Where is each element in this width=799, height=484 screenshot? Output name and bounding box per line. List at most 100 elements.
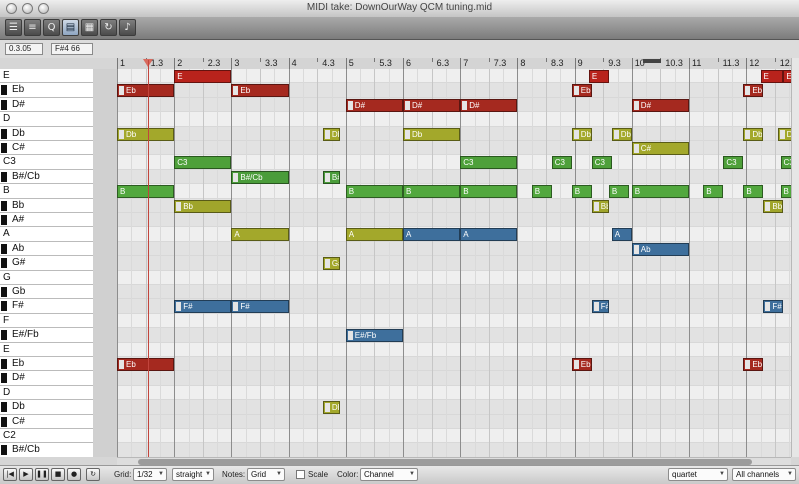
note-handle-icon[interactable] xyxy=(405,129,410,139)
midi-note[interactable]: D# xyxy=(403,98,461,112)
note-handle-icon[interactable] xyxy=(765,201,771,211)
midi-note[interactable]: E xyxy=(783,70,791,83)
midi-note[interactable]: Eb xyxy=(571,84,592,98)
scale-checkbox[interactable] xyxy=(296,470,305,479)
play-button[interactable]: ▶ xyxy=(19,468,33,481)
midi-note[interactable]: G# xyxy=(322,257,341,271)
midi-note[interactable]: B xyxy=(460,185,518,199)
piano-key[interactable]: B#/Cb xyxy=(0,169,93,185)
piano-key[interactable]: Gb xyxy=(0,285,93,300)
grid-mode-select[interactable]: straight ▼ xyxy=(172,468,214,481)
piano-key[interactable]: Db xyxy=(0,400,93,415)
piano-key[interactable]: G# xyxy=(0,256,93,271)
midi-note[interactable]: Bb xyxy=(591,199,609,213)
note-handle-icon[interactable] xyxy=(462,100,468,110)
midi-note[interactable]: E xyxy=(174,70,232,83)
midi-note[interactable]: C3 xyxy=(174,156,232,170)
piano-key[interactable]: D xyxy=(0,112,93,127)
piano-key[interactable]: F xyxy=(0,313,93,329)
midi-note[interactable]: Db xyxy=(322,127,341,141)
piano-key[interactable]: E#/Fb xyxy=(0,328,93,343)
midi-note[interactable]: Eb xyxy=(743,358,764,371)
tuning-select[interactable]: quartet ▼ xyxy=(668,468,728,481)
step-input-icon[interactable]: ♪ xyxy=(119,19,136,36)
note-handle-icon[interactable] xyxy=(593,201,599,211)
note-handle-icon[interactable] xyxy=(176,302,182,312)
note-handle-icon[interactable] xyxy=(324,403,330,413)
midi-note[interactable]: B xyxy=(117,185,175,199)
midi-note[interactable]: Db xyxy=(777,127,791,141)
midi-note[interactable]: C3 xyxy=(591,156,612,170)
piano-key[interactable]: B xyxy=(0,184,93,199)
piano-key[interactable]: Eb xyxy=(0,357,93,372)
midi-note[interactable]: F# xyxy=(231,300,289,314)
note-handle-icon[interactable] xyxy=(593,302,599,312)
note-handle-icon[interactable] xyxy=(633,244,639,254)
position-time-field[interactable]: 0.3.05 xyxy=(5,43,43,55)
note-handle-icon[interactable] xyxy=(347,100,353,110)
grid-select[interactable]: 1/32 ▼ xyxy=(133,468,167,481)
note-handle-icon[interactable] xyxy=(233,86,239,96)
note-handle-icon[interactable] xyxy=(573,129,579,139)
piano-key[interactable]: D# xyxy=(0,371,93,386)
timeline-ruler[interactable]: 1 1.3 2 2.3 3 3.3 4 4.3 5 5.3 6 6.3 7 7.3 8 8.3 9 9.3 10 10… xyxy=(117,58,799,69)
midi-note[interactable]: B#/Cb xyxy=(322,170,341,184)
piano-key[interactable]: A xyxy=(0,227,93,242)
notes-select[interactable]: Grid ▼ xyxy=(247,468,285,481)
piano-key[interactable]: C# xyxy=(0,141,93,156)
midi-note[interactable]: Eb xyxy=(743,84,764,98)
midi-note[interactable]: F# xyxy=(174,300,232,314)
piano-key[interactable]: B#/Cb xyxy=(0,443,93,457)
note-handle-icon[interactable] xyxy=(347,331,353,341)
midi-note[interactable]: Ab xyxy=(631,242,689,256)
midi-note[interactable]: C3 xyxy=(780,156,791,170)
note-handle-icon[interactable] xyxy=(765,302,771,312)
midi-note[interactable]: Db xyxy=(322,401,341,415)
note-handle-icon[interactable] xyxy=(573,360,579,369)
midi-note[interactable]: Bb xyxy=(763,199,784,213)
midi-note[interactable]: B xyxy=(571,185,592,199)
piano-key[interactable]: C3 xyxy=(0,155,93,170)
midi-note[interactable]: Eb xyxy=(117,358,175,371)
note-handle-icon[interactable] xyxy=(324,172,330,182)
midi-note[interactable]: B xyxy=(780,185,791,199)
midi-note[interactable]: B xyxy=(403,185,461,199)
piano-key[interactable]: E xyxy=(0,69,93,84)
piano-key[interactable]: A# xyxy=(0,213,93,228)
piano-key[interactable]: C# xyxy=(0,414,93,429)
stop-button[interactable]: ■ xyxy=(51,468,65,481)
midi-note[interactable]: C3 xyxy=(723,156,744,170)
midi-note[interactable]: Db xyxy=(571,127,592,141)
note-handle-icon[interactable] xyxy=(633,144,639,153)
loop-icon[interactable]: ↻ xyxy=(100,19,117,36)
midi-note[interactable]: A xyxy=(345,228,403,242)
record-button[interactable]: ● xyxy=(67,468,81,481)
midi-note[interactable]: Db xyxy=(117,127,175,141)
note-handle-icon[interactable] xyxy=(119,86,124,96)
piano-key[interactable]: G xyxy=(0,270,93,285)
note-handle-icon[interactable] xyxy=(324,259,330,269)
note-handle-icon[interactable] xyxy=(779,129,785,139)
piano-key[interactable]: Ab xyxy=(0,241,93,257)
midi-note[interactable]: B xyxy=(743,185,764,199)
midi-note[interactable]: B xyxy=(608,185,629,199)
midi-note[interactable]: B#/Cb xyxy=(231,170,289,184)
piano-key[interactable]: Eb xyxy=(0,83,93,98)
midi-note[interactable]: D# xyxy=(460,98,518,112)
position-note-field[interactable]: F#4 66 xyxy=(51,43,93,55)
loop-region-marker[interactable] xyxy=(643,59,662,63)
piano-key[interactable]: D xyxy=(0,385,93,401)
midi-note[interactable]: Bb xyxy=(174,199,232,213)
midi-note[interactable]: Db xyxy=(611,127,632,141)
note-handle-icon[interactable] xyxy=(633,100,639,110)
midi-note[interactable]: D# xyxy=(345,98,403,112)
midi-note[interactable]: C3 xyxy=(460,156,518,170)
note-handle-icon[interactable] xyxy=(613,129,619,139)
piano-key[interactable]: E xyxy=(0,342,93,357)
note-list-icon[interactable]: ☰ xyxy=(5,19,22,36)
midi-note[interactable]: C# xyxy=(631,142,689,155)
midi-note[interactable]: E xyxy=(588,70,609,83)
midi-note[interactable]: Db xyxy=(403,127,461,141)
midi-note[interactable]: B xyxy=(345,185,403,199)
piano-key[interactable]: Db xyxy=(0,126,93,141)
